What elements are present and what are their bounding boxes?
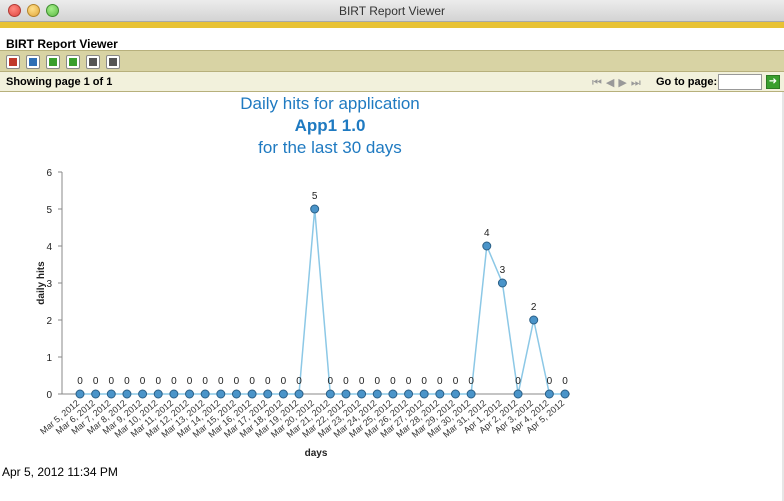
previous-page-icon[interactable]: ◀ xyxy=(606,77,618,89)
goto-page-input[interactable] xyxy=(718,74,762,90)
first-page-icon[interactable]: ⏮ xyxy=(592,77,606,89)
print-server-icon[interactable] xyxy=(106,55,120,69)
report-timestamp: Apr 5, 2012 11:34 PM xyxy=(2,465,118,479)
toc-icon[interactable] xyxy=(6,55,20,69)
report-title-line-1: Daily hits for application xyxy=(240,94,420,113)
next-page-icon[interactable]: ▶ xyxy=(618,77,630,89)
viewer-title: BIRT Report Viewer xyxy=(6,37,118,51)
last-page-icon[interactable]: ⏭ xyxy=(631,77,645,89)
toolbar xyxy=(0,50,784,72)
report-title-line-2: App1 1.0 xyxy=(294,116,366,135)
report-title-line-3: for the last 30 days xyxy=(258,138,402,157)
print-icon[interactable] xyxy=(86,55,100,69)
navigation-bar: Showing page 1 of 1 ⏮◀▶⏭ Go to page: ➜ xyxy=(0,72,784,92)
page-navigation: ⏮◀▶⏭ xyxy=(592,76,645,90)
export-report-icon[interactable] xyxy=(66,55,80,69)
window-title-bar: BIRT Report Viewer xyxy=(0,0,784,22)
goto-page-label: Go to page: xyxy=(656,76,718,88)
window-title: BIRT Report Viewer xyxy=(338,4,446,18)
viewer-header: BIRT Report Viewer xyxy=(0,28,784,51)
run-report-icon[interactable] xyxy=(26,55,40,69)
export-data-icon[interactable] xyxy=(46,55,60,69)
goto-page-button[interactable]: ➜ xyxy=(766,75,780,89)
page-info: Showing page 1 of 1 xyxy=(6,76,113,88)
